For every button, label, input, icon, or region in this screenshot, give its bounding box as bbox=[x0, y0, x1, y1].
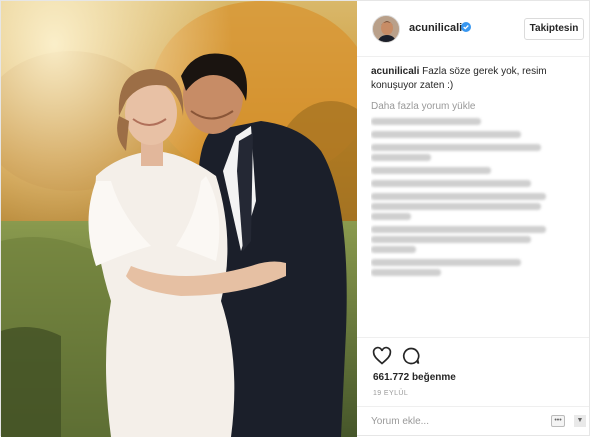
likes-number: 661.772 bbox=[373, 372, 410, 383]
verified-badge-icon bbox=[461, 22, 471, 32]
comments-list: acunilicali Fazla söze gerek yok, resim … bbox=[371, 65, 581, 335]
scroll-down-arrow-icon[interactable]: ▼ bbox=[574, 415, 586, 427]
comment-input[interactable] bbox=[371, 412, 531, 430]
heart-icon[interactable] bbox=[372, 346, 392, 366]
likes-count[interactable]: 661.772 beğenme bbox=[373, 372, 456, 383]
blurred-comment bbox=[371, 118, 581, 125]
post-date: 19 EYLÜL bbox=[373, 390, 409, 397]
likes-label: beğenme bbox=[411, 372, 456, 383]
blurred-comment bbox=[371, 226, 581, 253]
post-caption: acunilicali Fazla söze gerek yok, resim … bbox=[371, 65, 581, 93]
blurred-comment bbox=[371, 131, 581, 138]
post-header: acunilicali Takiptesin bbox=[357, 1, 589, 57]
post-actions: 661.772 beğenme 19 EYLÜL ••• ▼ bbox=[357, 337, 589, 436]
couple-wedding-photo bbox=[1, 1, 357, 437]
avatar-image bbox=[373, 16, 399, 42]
blurred-comment bbox=[371, 180, 581, 187]
post-photo[interactable] bbox=[1, 1, 357, 437]
caption-username[interactable]: acunilicali bbox=[371, 66, 419, 77]
post-author-username[interactable]: acunilicali bbox=[409, 22, 462, 34]
following-button[interactable]: Takiptesin bbox=[524, 18, 584, 40]
blurred-comment bbox=[371, 167, 581, 174]
comment-bubble-icon[interactable] bbox=[401, 346, 421, 366]
instagram-post: acunilicali Takiptesin acunilicali Fazla… bbox=[0, 0, 590, 437]
post-side-panel: acunilicali Takiptesin acunilicali Fazla… bbox=[357, 1, 589, 435]
blurred-comment bbox=[371, 193, 581, 220]
blurred-comment bbox=[371, 144, 581, 161]
avatar[interactable] bbox=[372, 15, 400, 43]
blurred-comment bbox=[371, 259, 581, 276]
comment-box: ••• ▼ bbox=[357, 406, 589, 436]
more-options-icon[interactable]: ••• bbox=[551, 415, 565, 427]
load-more-comments-link[interactable]: Daha fazla yorum yükle bbox=[371, 101, 581, 112]
